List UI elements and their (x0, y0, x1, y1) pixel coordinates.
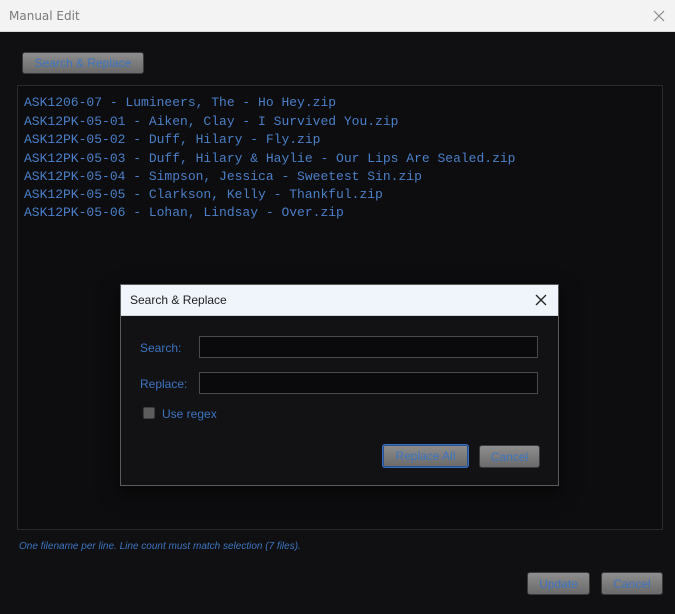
replace-input[interactable] (199, 372, 538, 394)
search-replace-dialog: Search & Replace Search: Replace: Use re… (120, 284, 559, 486)
dialog-close-icon[interactable] (530, 289, 552, 311)
use-regex-label[interactable]: Use regex (162, 407, 217, 421)
window-title: Manual Edit (9, 9, 80, 23)
close-icon[interactable] (647, 4, 671, 28)
editor-line: ASK1206-07 - Lumineers, The - Ho Hey.zip (24, 95, 337, 110)
replace-label: Replace: (140, 377, 188, 391)
editor-line: ASK12PK-05-03 - Duff, Hilary & Haylie - … (24, 151, 516, 166)
editor-line: ASK12PK-05-01 - Aiken, Clay - I Survived… (24, 114, 399, 129)
search-label: Search: (140, 341, 182, 355)
dialog-cancel-button[interactable]: Cancel (479, 445, 540, 468)
search-input[interactable] (199, 336, 538, 358)
window-title-bar: Manual Edit (0, 0, 675, 32)
update-button[interactable]: Update (527, 572, 590, 595)
editor-line: ASK12PK-05-02 - Duff, Hilary - Fly.zip (24, 132, 321, 147)
dialog-title-bar: Search & Replace (121, 285, 558, 316)
hint-text: One filename per line. Line count must m… (19, 541, 301, 552)
search-replace-button[interactable]: Search & Replace (22, 52, 144, 74)
editor-line: ASK12PK-05-05 - Clarkson, Kelly - Thankf… (24, 187, 383, 202)
cancel-button[interactable]: Cancel (601, 572, 663, 595)
editor-line: ASK12PK-05-04 - Simpson, Jessica - Sweet… (24, 169, 422, 184)
dialog-title: Search & Replace (130, 293, 227, 307)
use-regex-checkbox[interactable] (143, 407, 155, 419)
replace-all-button[interactable]: Replace All (382, 444, 469, 468)
editor-line: ASK12PK-05-06 - Lohan, Lindsay - Over.zi… (24, 205, 344, 220)
